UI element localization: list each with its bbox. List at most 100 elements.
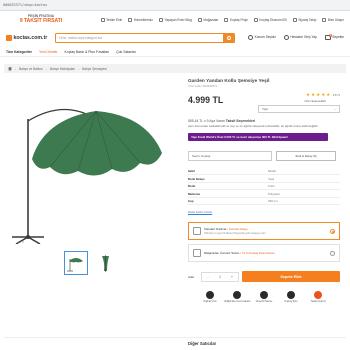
installment-link[interactable]: Taksit Seçenekleri — [226, 119, 255, 123]
badge-question[interactable]: Koçtaş Soru — [279, 291, 303, 303]
star-icon: ★ — [321, 92, 326, 97]
badge-price-alert[interactable]: Tespit Fiyat Al — [306, 291, 330, 303]
question-icon — [287, 291, 295, 300]
badge-original[interactable]: Orijinal Ürün — [198, 291, 222, 303]
truck-icon — [193, 227, 201, 236]
product-title: Garden Yandan Kollu Şemsiye Yeşil — [188, 79, 270, 84]
promo-line2: 9 TAKSİT FIRSATI — [19, 18, 63, 25]
teslim-icon — [100, 17, 105, 22]
breadcrumb-item[interactable]: Bahçe ve Balkon — [19, 67, 43, 71]
top-links: Teslim Ekle Hizmetlerimiz Yaşayan Evler … — [100, 17, 344, 22]
quantity-stepper[interactable]: - 1 + — [201, 271, 239, 282]
store-select-input[interactable]: Seçin: Koçtaş — [188, 150, 272, 161]
star-icon: ★ — [316, 92, 321, 97]
cart-button[interactable]: 0 Sepetim — [324, 33, 344, 40]
location-button[interactable]: Konum Seçiniz — [248, 35, 276, 40]
delivery-radio[interactable] — [330, 229, 335, 235]
thumbnail-image — [102, 255, 109, 272]
spec-row: Renk Detayı Yeşil — [188, 175, 340, 183]
logo-mark-icon — [6, 34, 12, 41]
delivery-tag: • 72 Fi Koçtaş Puan Kazan — [240, 251, 275, 256]
delivery-title: Standart Teslimat — [204, 226, 227, 231]
installment-info[interactable]: 555,44 TL x 9 Aya Varan Taksit Seçenekle… — [188, 119, 340, 123]
breadcrumb-item[interactable]: Bahçe Mobilyaları — [50, 67, 75, 71]
account-button[interactable]: Hesabım Giriş Yap — [283, 34, 317, 40]
minus-button[interactable]: - — [202, 275, 214, 279]
product-code: Ürün Kodu: 5000094571 — [188, 85, 218, 88]
store-icon — [193, 249, 201, 258]
top-link[interactable]: Bize Ulaşın — [322, 17, 344, 22]
spec-row: Çap 250 cm — [188, 198, 340, 206]
delivery-title: Mağazadan Ücretsiz Teslim — [204, 251, 240, 256]
show-more-link[interactable]: Daha Fazla Göster — [188, 210, 340, 214]
color-select[interactable]: Yeşil ⌄ — [258, 105, 340, 113]
nav-item-basic-plus[interactable]: Koçtaş Basic & Plus Fırsatları — [65, 50, 110, 54]
campaign-banner[interactable]: Yapı Kredi World'e Özel 2.000 TL ve üzer… — [188, 132, 328, 141]
other-sellers-title: Diğer Satıcılar — [188, 341, 217, 346]
search-button[interactable] — [223, 33, 235, 42]
user-icon — [283, 35, 289, 40]
breadcrumb-item[interactable]: Bahçe Şemsiyesi — [82, 67, 106, 71]
main-product-image[interactable]: 1 / 2 — [4, 79, 180, 245]
tag-icon — [233, 291, 241, 300]
spec-row: Şekil Model — [188, 168, 340, 176]
badge-secure-payment[interactable]: Güvenli Ödeme — [252, 291, 276, 303]
browser-url-bar[interactable]: 000033371/shop=koctas — [0, 0, 350, 11]
delivery-option-store[interactable]: Mağazadan Ücretsiz Teslim • 72 Fi Koçtaş… — [188, 244, 340, 263]
header-actions: Konum Seçiniz Hesabım Giriş Yap 0 Sepeti… — [248, 33, 344, 40]
plus-button[interactable]: + — [226, 275, 238, 279]
top-link[interactable]: Sipariş Takip — [292, 17, 316, 22]
url-text: 000033371/shop=koctas — [3, 3, 48, 7]
main-nav: Tüm Kategoriler Yeni Ürünler Koçtaş Basi… — [0, 47, 350, 57]
spec-row: Malzeme Polyester — [188, 190, 340, 198]
top-link[interactable]: Yaşayan Evler Blog — [158, 17, 192, 22]
location-pin-icon — [248, 35, 254, 40]
top-link[interactable]: Koçtaş Proje — [224, 17, 248, 22]
services-icon — [128, 17, 133, 22]
search-icon — [226, 35, 231, 40]
image-counter: 1 / 2 — [18, 240, 24, 244]
nav-item-best-sellers[interactable]: Çok Satanlar — [116, 50, 136, 54]
promo-banner[interactable]: PEŞİN FİYATINA 9 TAKSİT FIRSATI — [6, 14, 76, 25]
top-link[interactable]: Koçtaş Ekonomi Eli — [253, 17, 287, 22]
section-divider — [4, 337, 346, 338]
shield-icon — [206, 291, 214, 300]
search-input[interactable]: Ürün, marka veya kategori ara — [56, 36, 223, 40]
contact-icon — [322, 17, 327, 22]
home-icon[interactable] — [8, 66, 12, 71]
thumbnail[interactable] — [94, 251, 118, 275]
delivery-option-standard[interactable]: Standart Teslimat • Ücretsiz Kargo Tahmi… — [188, 222, 340, 241]
store-stock-row: Seçin: Koçtaş Stok & Detay (0) — [188, 150, 340, 161]
color-value: Yeşil — [262, 107, 268, 111]
account-label: Hesabım Giriş Yap — [290, 34, 317, 39]
nav-all-categories[interactable]: Tüm Kategoriler — [6, 50, 32, 54]
top-link[interactable]: Teslim Ekle — [100, 17, 122, 22]
delivery-radio[interactable] — [330, 251, 335, 257]
spec-row: Renk Krem — [188, 183, 340, 191]
quantity-value[interactable]: 1 — [214, 275, 226, 279]
nav-item-new[interactable]: Yeni Ürünler — [39, 50, 58, 54]
page: 000033371/shop=koctas PEŞİN FİYATINA 9 T… — [0, 0, 350, 350]
top-link[interactable]: Hizmetlerimiz — [128, 17, 153, 22]
thumbnail-strip — [4, 251, 180, 275]
product-rating[interactable]: ★ ★ ★ ★ ★ 4.8 / 5 — [306, 92, 340, 98]
blog-icon — [158, 17, 163, 22]
badge-cheaper[interactable]: Uluğlar'dan Ucuz Garanti — [224, 291, 250, 303]
search-bar[interactable]: Ürün, marka veya kategori ara — [55, 32, 236, 43]
add-to-cart-button[interactable]: Sepete Ekle — [242, 271, 340, 283]
logo-text: koctas.com.tr — [13, 34, 48, 41]
thumbnail[interactable] — [64, 251, 88, 275]
top-link[interactable]: Mağazalar — [197, 17, 218, 22]
chevron-down-icon: ⌄ — [333, 107, 336, 111]
cart-icon: 0 — [324, 33, 333, 40]
economy-icon — [253, 17, 258, 22]
umbrella-image — [12, 108, 162, 245]
product-gallery: 1 / 2 — [4, 79, 180, 275]
top-strip: PEŞİN FİYATINA 9 TAKSİT FIRSATI Teslim E… — [0, 11, 350, 28]
site-logo[interactable]: koctas.com.tr — [6, 34, 48, 41]
spec-table: Şekil Model Renk Detayı Yeşil Renk Krem Mal… — [188, 168, 340, 206]
stock-detail-button[interactable]: Stok & Detay (0) — [276, 150, 336, 161]
lock-icon — [260, 291, 268, 300]
star-icon: ★ — [311, 92, 316, 97]
breadcrumb: › Bahçe ve Balkon › Bahçe Mobilyaları › … — [4, 64, 346, 73]
